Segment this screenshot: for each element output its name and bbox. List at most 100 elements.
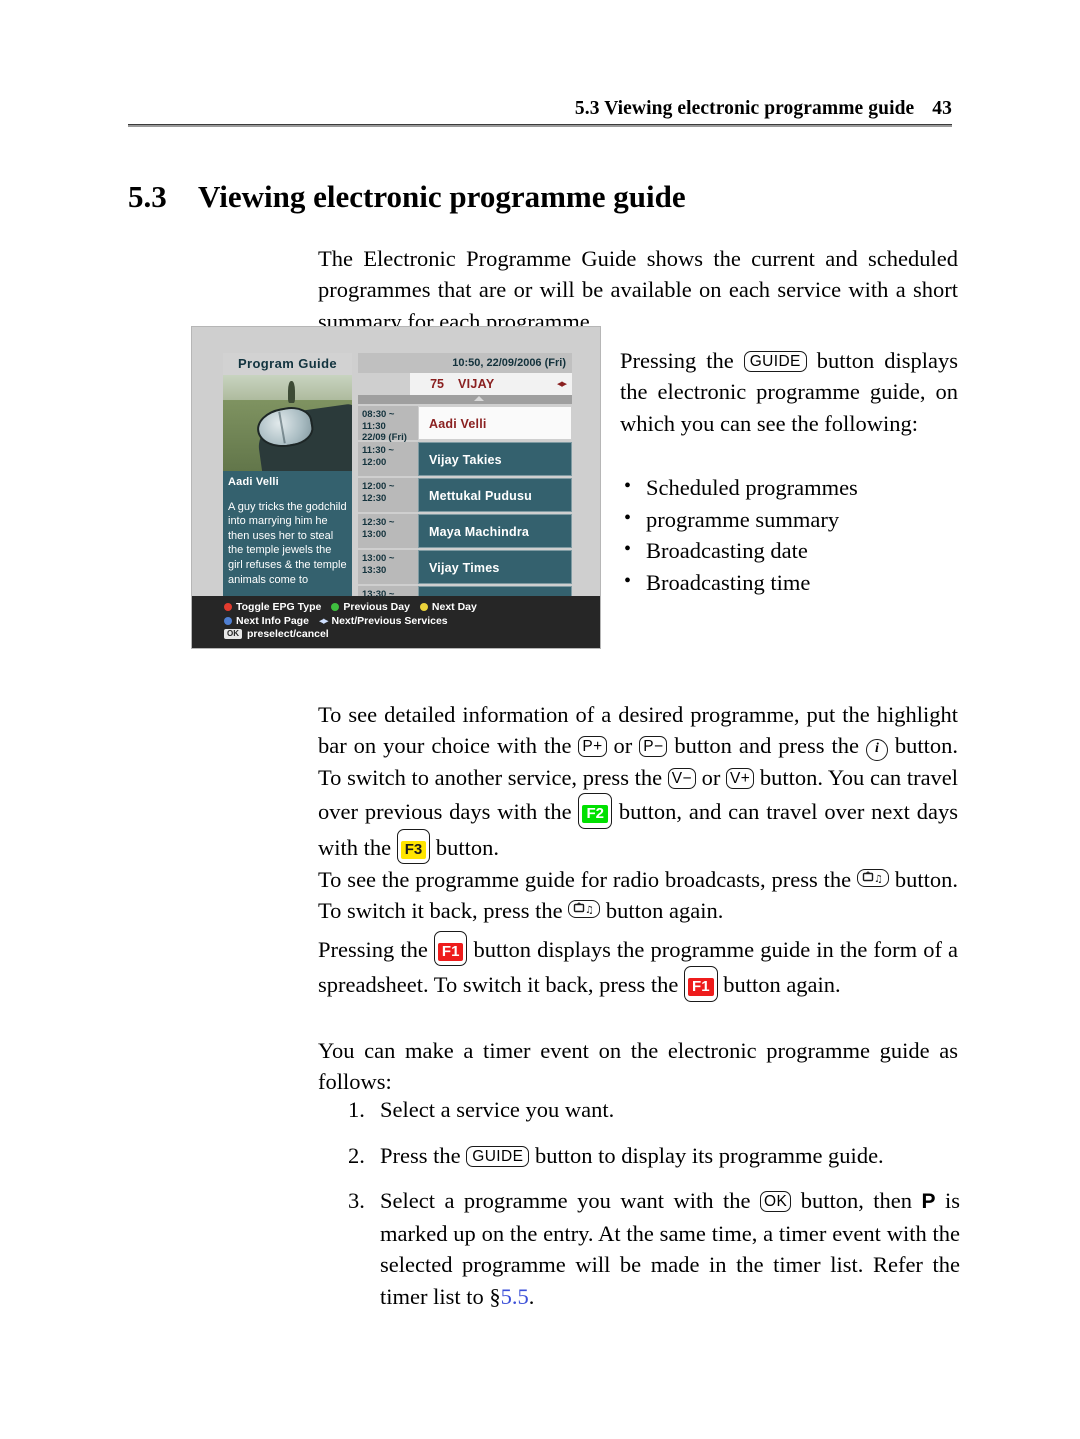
text-fragment: Pressing the [318, 936, 428, 962]
v-minus-key: V− [667, 767, 696, 789]
summary-text: A guy tricks the godchild into marrying … [228, 500, 347, 586]
text-fragment: Pressing the [620, 347, 734, 373]
epg-panel-title: Program Guide [223, 353, 352, 375]
epg-service-bar[interactable]: 75 VIJAY ◂▸ [410, 373, 572, 395]
red-dot-icon [224, 603, 232, 611]
v-plus-key: V+ [726, 767, 755, 789]
step-number: 2. [348, 1142, 365, 1168]
list-item: 3. Select a programme you want with the … [348, 1185, 960, 1312]
p-minus-key: P− [639, 736, 668, 758]
tv-radio-key-icon: ♫ [856, 868, 889, 887]
yellow-dot-icon [419, 603, 428, 611]
bullet-label: programme summary [646, 506, 840, 532]
section-number: 5.3 [128, 178, 167, 214]
slot-programme-name: Mettukal Pudusu [418, 478, 572, 512]
tv-radio-key-icon: ♫ [568, 900, 601, 919]
page-number: 43 [932, 98, 952, 119]
epg-scroll-up-bar[interactable] [358, 395, 572, 404]
text-fragment: button again. [605, 898, 724, 924]
slot-programme-name: Aadi Velli [418, 406, 572, 440]
text-fragment: To see detailed information of a desired… [318, 701, 958, 759]
slot-time-range: 13:00 ~ 13:30 [362, 553, 395, 576]
section-title-text: Viewing electronic programme guide [198, 178, 686, 214]
bullet-label: Broadcasting date [646, 538, 808, 564]
header-rule [128, 124, 952, 127]
epg-right-panel: 10:50, 22/09/2006 (Fri) 75 VIJAY ◂▸ 08:30… [358, 353, 572, 630]
paragraph-f1-spreadsheet: Pressing the F1 button displays the prog… [318, 930, 958, 1002]
slot-time: 13:00 ~ 13:30 [358, 550, 418, 584]
summary-title: Aadi Velli [228, 476, 279, 488]
epg-left-panel: Program Guide Aadi Velli A guy tricks th… [223, 353, 352, 596]
paragraph-pressing-guide: Pressing the GUIDE button displays the e… [620, 345, 958, 440]
help-yellow-action[interactable]: Next Day [419, 601, 477, 613]
slot-time-range: 08:30 ~ 11:30 [362, 409, 395, 432]
help-label: Next Info Page [236, 614, 309, 627]
service-name: VIJAY [458, 377, 495, 391]
help-label: Previous Day [343, 601, 410, 613]
f2-key: F2 [578, 793, 612, 829]
paragraph-radio-guide: To see the programme guide for radio bro… [318, 864, 958, 927]
ok-key: OK [760, 1191, 792, 1213]
table-row[interactable]: 08:30 ~ 11:30 22/09 (Fri) Aadi Velli [358, 406, 572, 443]
step-text: button to display its programme guide. [534, 1142, 884, 1168]
list-item: 2. Press the GUIDE button to display its… [348, 1140, 960, 1172]
epg-clock: 10:50, 22/09/2006 (Fri) [358, 353, 572, 373]
paragraph-intro: The Electronic Programme Guide shows the… [318, 245, 958, 334]
guide-key: GUIDE [743, 350, 807, 372]
text-fragment: To see the programme guide for radio bro… [318, 866, 852, 892]
list-item: Broadcasting time [620, 566, 960, 599]
table-row[interactable]: 12:30 ~ 13:00 Maya Machindra [358, 514, 572, 548]
slot-time-range: 12:30 ~ 13:00 [362, 517, 395, 540]
step-text: button, then [800, 1188, 913, 1214]
help-green-action[interactable]: Previous Day [331, 601, 410, 613]
svg-text:♫: ♫ [585, 905, 594, 916]
table-row[interactable]: 11:30 ~ 12:00 Vijay Takies [358, 442, 572, 476]
slot-time: 12:30 ~ 13:00 [358, 514, 418, 548]
text-fragment: or [701, 764, 721, 790]
text-fragment: button. [435, 834, 500, 860]
list-item: 1. Select a service you want. [348, 1094, 960, 1126]
help-blue-action[interactable]: Next Info Page [224, 615, 309, 627]
page-title: 5.3 Viewing electronic programme guide [128, 179, 952, 215]
list-item: Scheduled programmes [620, 471, 960, 504]
slot-time-range: 12:00 ~ 12:30 [362, 481, 395, 504]
cross-reference-link[interactable]: 5.5 [501, 1284, 529, 1309]
f2-key-label: F2 [582, 805, 608, 824]
help-label: Toggle EPG Type [236, 601, 322, 613]
help-arrows-action[interactable]: ◂▸ Next/Previous Services [319, 615, 448, 627]
bullet-label: Broadcasting time [646, 569, 811, 595]
step-text: Press the [380, 1142, 461, 1168]
slot-programme-name: Vijay Takies [418, 442, 572, 476]
svg-text:♫: ♫ [874, 874, 883, 885]
f1-key: F1 [433, 930, 468, 967]
scroll-up-arrow-icon[interactable] [473, 396, 484, 401]
help-red-action[interactable]: Toggle EPG Type [224, 601, 321, 613]
step-number: 1. [348, 1097, 365, 1122]
thumbnail-tree [287, 380, 295, 403]
ok-key-icon[interactable]: OK [224, 629, 242, 639]
slot-time: 11:30 ~ 12:00 [358, 442, 418, 476]
help-label: Next Day [431, 601, 477, 613]
epg-video-thumbnail [223, 375, 352, 471]
slot-programme-name: Vijay Times [418, 550, 572, 584]
service-nav-arrows-icon[interactable]: ◂▸ [557, 373, 567, 395]
bullet-label: Scheduled programmes [646, 475, 858, 500]
step-text: Select a programme you want with the [380, 1188, 751, 1214]
slot-time: 08:30 ~ 11:30 22/09 (Fri) [358, 406, 418, 443]
f3-key-label: F3 [400, 840, 427, 859]
slot-time-range: 11:30 ~ 12:00 [362, 445, 394, 468]
service-number: 75 [430, 377, 444, 391]
info-key-icon: i [865, 739, 888, 762]
text-fragment: button again. [723, 972, 841, 998]
text-fragment: or [613, 733, 633, 759]
guide-key: GUIDE [466, 1145, 530, 1167]
help-label: preselect/cancel [247, 628, 329, 640]
left-right-arrows-icon: ◂▸ [318, 614, 328, 627]
step-text: Select a service you want. [380, 1097, 615, 1122]
table-row[interactable]: 12:00 ~ 12:30 Mettukal Pudusu [358, 478, 572, 512]
step-number: 3. [348, 1188, 365, 1214]
list-item: programme summary [620, 503, 960, 536]
table-row[interactable]: 13:00 ~ 13:30 Vijay Times [358, 550, 572, 584]
running-header: 5.3 Viewing electronic programme guide 43 [128, 98, 952, 120]
list-item: Broadcasting date [620, 534, 960, 567]
